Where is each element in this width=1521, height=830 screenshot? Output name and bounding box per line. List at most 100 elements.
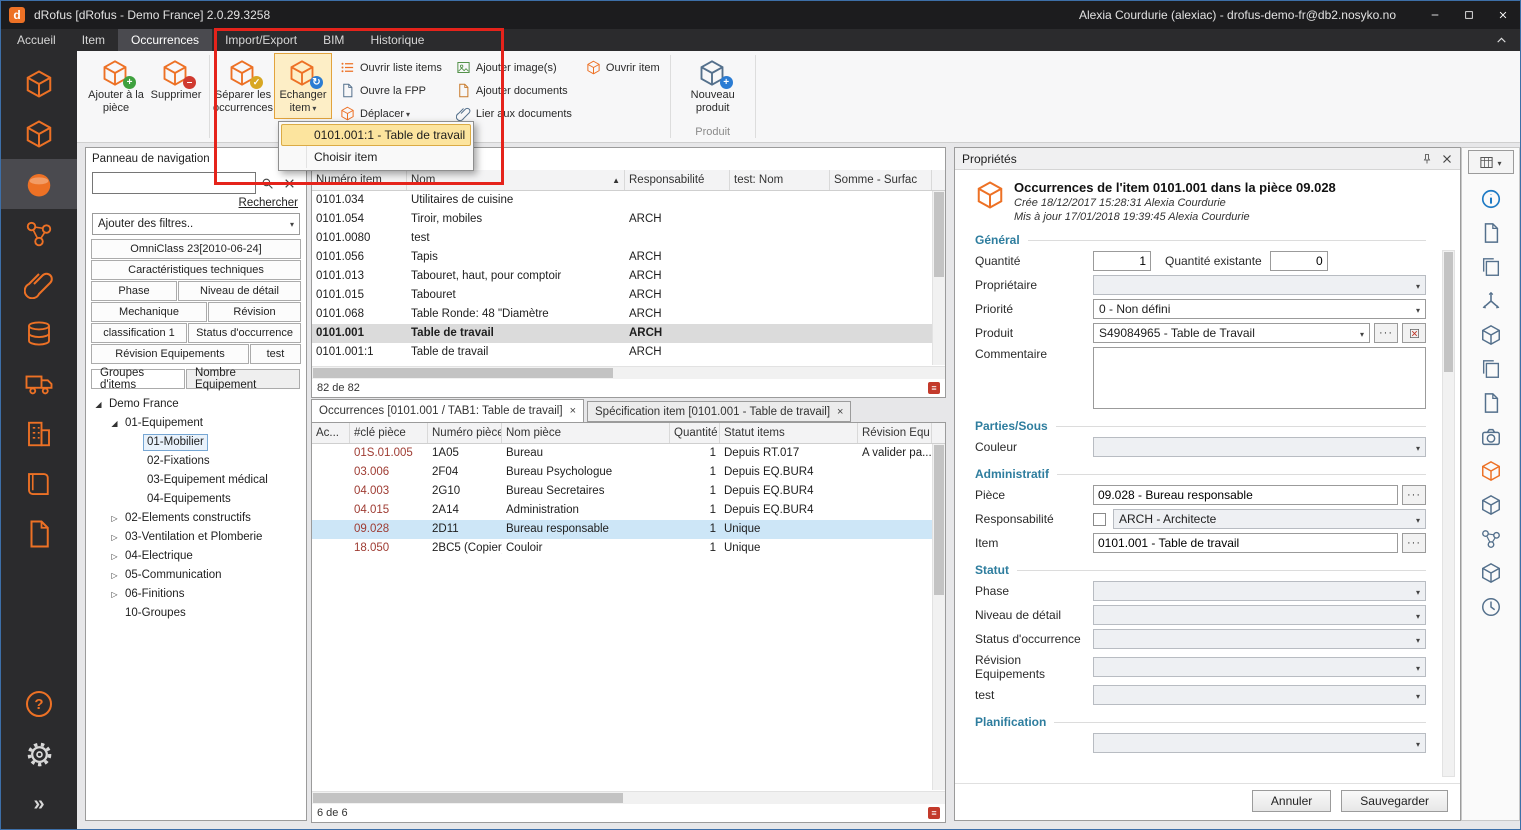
item-row[interactable]: 0101.034 Utilitaires de cuisine	[312, 191, 945, 210]
document-tab[interactable]: Occurrences [0101.001 / TAB1: Table de t…	[311, 399, 584, 422]
report-icon[interactable]	[928, 807, 940, 819]
delete-button[interactable]: Supprimer	[147, 53, 205, 119]
tree-item[interactable]: 10-Groupes	[86, 604, 306, 623]
add-images-button[interactable]: Ajouter image(s)	[451, 56, 577, 79]
column-header-somme-surface[interactable]: Somme - Surfac	[830, 170, 932, 190]
sidebar-logistics-icon[interactable]	[1, 359, 77, 409]
responsabilite-dropdown[interactable]: ARCH - Architecte	[1113, 509, 1426, 529]
item-row[interactable]: 0101.054 Tiroir, mobiles ARCH	[312, 210, 945, 229]
column-header-revision-equipements[interactable]: Révision Equ	[858, 423, 932, 443]
cube-stack-icon[interactable]	[1480, 358, 1502, 380]
item-row[interactable]: 0101.001 Table de travail ARCH	[312, 324, 945, 343]
item-row[interactable]: 0101.015 Tabouret ARCH	[312, 286, 945, 305]
ribbon-tab[interactable]: Import/Export	[212, 29, 310, 51]
navigation-tab[interactable]: Nombre Equipement	[186, 369, 300, 389]
ribbon-tab[interactable]: Occurrences	[118, 29, 212, 51]
filter-omniclass-button[interactable]: OmniClass 23[2010-06-24]	[91, 239, 301, 259]
filter-classification-button[interactable]: classification 1	[91, 323, 187, 343]
item-row[interactable]: 0101.001:1 Table de travail ARCH	[312, 343, 945, 362]
filter-test-button[interactable]: test	[250, 344, 301, 364]
horizontal-scrollbar[interactable]	[312, 366, 945, 379]
revision-equipements-dropdown[interactable]	[1093, 657, 1426, 677]
expand-sidebar-button[interactable]	[1, 779, 77, 829]
sidebar-documents-icon[interactable]	[1, 509, 77, 559]
search-input[interactable]	[92, 172, 256, 194]
pin-icon[interactable]	[1421, 153, 1433, 165]
report-icon[interactable]	[928, 382, 940, 394]
planification-dropdown[interactable]	[1093, 733, 1426, 753]
tree-expander-icon[interactable]: ▷	[108, 533, 121, 542]
close-panel-icon[interactable]	[1441, 153, 1453, 165]
item-input[interactable]	[1093, 533, 1398, 553]
column-header-statut-items[interactable]: Statut items	[720, 423, 858, 443]
column-header-quantite[interactable]: Quantité	[670, 423, 720, 443]
filter-status-occurrence-button[interactable]: Status d'occurrence	[188, 323, 301, 343]
column-header-numero-item[interactable]: Numéro item	[312, 170, 407, 190]
column-header-test-nom[interactable]: test: Nom	[730, 170, 830, 190]
document-tab[interactable]: Spécification item [0101.001 - Table de …	[587, 401, 851, 422]
export-item-icon[interactable]	[1480, 562, 1502, 584]
occurrence-row[interactable]: 09.028 2D11 Bureau responsable 1 Unique	[312, 520, 945, 539]
help-button[interactable]	[1, 679, 77, 729]
commentaire-textarea[interactable]	[1093, 347, 1426, 409]
numbered-cube-icon[interactable]	[1480, 494, 1502, 516]
vertical-scrollbar[interactable]	[932, 444, 945, 790]
tree-expander-icon[interactable]: ◢	[92, 400, 105, 409]
browse-piece-button[interactable]	[1402, 485, 1426, 505]
panel-layout-button[interactable]	[1468, 150, 1514, 174]
column-header-action[interactable]: Ac...	[312, 423, 350, 443]
item-row[interactable]: 0101.056 Tapis ARCH	[312, 248, 945, 267]
close-tab-icon[interactable]	[570, 405, 576, 417]
filter-revision-equipements-button[interactable]: Révision Equipements	[91, 344, 249, 364]
linked-items-icon[interactable]	[1480, 528, 1502, 550]
occurrence-row[interactable]: 01S.01.005 1A05 Bureau 1 Depuis RT.017 A…	[312, 444, 945, 463]
separate-occurrences-button[interactable]: Séparer les occurrences	[214, 53, 272, 119]
camera-icon[interactable]	[1480, 426, 1502, 448]
tree-expander-icon[interactable]: ▷	[108, 571, 121, 580]
open-fpp-button[interactable]: Ouvre la FPP	[335, 79, 447, 102]
quantite-existante-input[interactable]	[1270, 251, 1328, 271]
browse-produit-button[interactable]	[1374, 323, 1398, 343]
menu-item[interactable]: 0101.001:1 - Table de travail	[281, 124, 471, 146]
filter-phase-button[interactable]: Phase	[91, 281, 177, 301]
responsabilite-checkbox[interactable]	[1093, 513, 1106, 526]
filter-revision-button[interactable]: Révision	[208, 302, 301, 322]
column-header-nom[interactable]: Nom	[407, 170, 625, 190]
tree-item[interactable]: ▷ 04-Electrique	[86, 547, 306, 566]
column-header-numero-piece[interactable]: Numéro pièce	[428, 423, 502, 443]
column-header-responsabilite[interactable]: Responsabilité	[625, 170, 730, 190]
model-cube-icon[interactable]	[1480, 324, 1502, 346]
close-tab-icon[interactable]	[837, 406, 843, 418]
document-icon[interactable]	[1480, 392, 1502, 414]
axes-3d-icon[interactable]	[1480, 290, 1502, 312]
maximize-button[interactable]	[1452, 1, 1486, 29]
couleur-dropdown[interactable]	[1093, 437, 1426, 457]
tree-item[interactable]: 01-Mobilier	[86, 433, 306, 452]
sidebar-systems-icon[interactable]	[1, 209, 77, 259]
ribbon-tab[interactable]: Historique	[357, 29, 437, 51]
column-header-cle-piece[interactable]: #clé pièce	[350, 423, 428, 443]
search-link[interactable]: Rechercher	[239, 197, 298, 209]
tree-expander-icon[interactable]: ◢	[108, 419, 121, 428]
occurrence-row[interactable]: 18.050 2BC5 (Copier) Couloir 1 Unique	[312, 539, 945, 558]
tree-item[interactable]: 04-Equipements	[86, 490, 306, 509]
settings-button[interactable]	[1, 729, 77, 779]
column-header-nom-piece[interactable]: Nom pièce	[502, 423, 670, 443]
occurrence-row[interactable]: 03.006 2F04 Bureau Psychologue 1 Depuis …	[312, 463, 945, 482]
ribbon-tab[interactable]: Accueil	[4, 29, 69, 51]
sidebar-buildings-icon[interactable]	[1, 409, 77, 459]
occurrence-row[interactable]: 04.015 2A14 Administration 1 Depuis EQ.B…	[312, 501, 945, 520]
piece-input[interactable]	[1093, 485, 1398, 505]
sidebar-item-groups-icon[interactable]	[1, 109, 77, 159]
browse-item-button[interactable]	[1402, 533, 1426, 553]
tree-item[interactable]: 02-Fixations	[86, 452, 306, 471]
add-documents-button[interactable]: Ajouter documents	[451, 79, 577, 102]
tree-expander-icon[interactable]: ▷	[108, 514, 121, 523]
horizontal-scrollbar[interactable]	[312, 791, 945, 804]
ribbon-tab[interactable]: Item	[69, 29, 118, 51]
close-button[interactable]	[1486, 1, 1520, 29]
sidebar-attachments-icon[interactable]	[1, 259, 77, 309]
sidebar-catalog-icon[interactable]	[1, 459, 77, 509]
status-occurrence-dropdown[interactable]	[1093, 629, 1426, 649]
filter-niveau-button[interactable]: Niveau de détail	[178, 281, 301, 301]
